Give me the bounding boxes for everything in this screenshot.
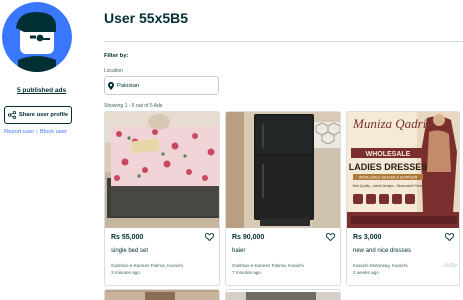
heart-icon bbox=[326, 233, 335, 241]
listing-card[interactable]: Rs 90,000 haier Gulshan-e-Kaneez Fatima,… bbox=[225, 111, 341, 286]
listing-image bbox=[105, 112, 219, 228]
location-pin-icon bbox=[108, 81, 114, 90]
avatar bbox=[2, 2, 72, 72]
listing-card[interactable] bbox=[225, 289, 341, 300]
location-label: Location bbox=[104, 68, 123, 74]
location-filter-select[interactable]: Pakistan bbox=[104, 76, 219, 95]
published-ads-count[interactable]: 5 published ads bbox=[17, 87, 66, 94]
listing-time: 2 weeks ago bbox=[353, 270, 379, 275]
poster-line1: WHOLESALE bbox=[366, 151, 411, 158]
listing-card[interactable]: Rs 55,000 single bed set Gulshan-e-Kanee… bbox=[104, 111, 220, 286]
divider bbox=[104, 41, 463, 42]
listing-title: haier bbox=[232, 248, 246, 254]
share-profile-button[interactable]: Share user profile bbox=[4, 106, 72, 124]
listing-price: Rs 3,000 bbox=[353, 234, 382, 241]
activation-watermark: Activ bbox=[443, 263, 457, 269]
heart-icon bbox=[445, 233, 454, 241]
listing-image bbox=[226, 112, 340, 228]
poster-brand: Muniza Qadri bbox=[352, 116, 427, 131]
favorite-button[interactable] bbox=[205, 233, 214, 241]
listing-card[interactable]: Muniza Qadri WHOLESALE LADIES DRESSES WH… bbox=[346, 111, 460, 286]
listing-location: Gulshan-e-Kaneez Fatima, Karachi bbox=[111, 263, 183, 268]
share-icon bbox=[7, 111, 16, 119]
poster-line4: Best Quality - Latest Designs - Reasonab… bbox=[353, 184, 424, 188]
poster-line3: WHOLESALE DEALER & SUPPLIER bbox=[359, 176, 418, 180]
avatar-icon bbox=[2, 2, 72, 72]
favorite-button[interactable] bbox=[445, 233, 454, 241]
results-count: Showing 1 - 5 out of 5 Ads bbox=[104, 103, 163, 109]
listing-time: 7 minutes ago bbox=[232, 270, 261, 275]
poster-line2: LADIES DRESSES bbox=[349, 162, 428, 172]
heart-icon bbox=[205, 233, 214, 241]
listing-card[interactable] bbox=[104, 289, 220, 300]
user-profile-page: 5 published ads Share user profile Repor… bbox=[0, 0, 463, 300]
listing-time: 3 minutes ago bbox=[111, 270, 140, 275]
listing-title: single bed set bbox=[111, 248, 149, 254]
listing-image bbox=[105, 292, 219, 300]
report-user-link[interactable]: Report user bbox=[4, 129, 34, 135]
listing-price: Rs 90,000 bbox=[232, 234, 265, 241]
listing-title: new and nice dresses bbox=[353, 248, 412, 254]
listing-price: Rs 55,000 bbox=[111, 234, 144, 241]
listing-image bbox=[226, 292, 340, 300]
favorite-button[interactable] bbox=[326, 233, 335, 241]
page-title: User 55x5B5 bbox=[104, 10, 189, 26]
listing-image: Muniza Qadri WHOLESALE LADIES DRESSES WH… bbox=[347, 112, 459, 228]
link-separator: | bbox=[36, 129, 38, 135]
listing-location: Karachi Motorway, Karachi bbox=[353, 263, 408, 268]
profile-actions: Report user | Block user bbox=[4, 129, 67, 135]
listing-location: Gulshan-e-Kaneez Fatima, Karachi bbox=[232, 263, 304, 268]
share-profile-label: Share user profile bbox=[18, 112, 69, 118]
location-filter-value: Pakistan bbox=[117, 82, 140, 89]
filter-label: Filter by: bbox=[104, 53, 129, 59]
block-user-link[interactable]: Block user bbox=[40, 129, 67, 135]
